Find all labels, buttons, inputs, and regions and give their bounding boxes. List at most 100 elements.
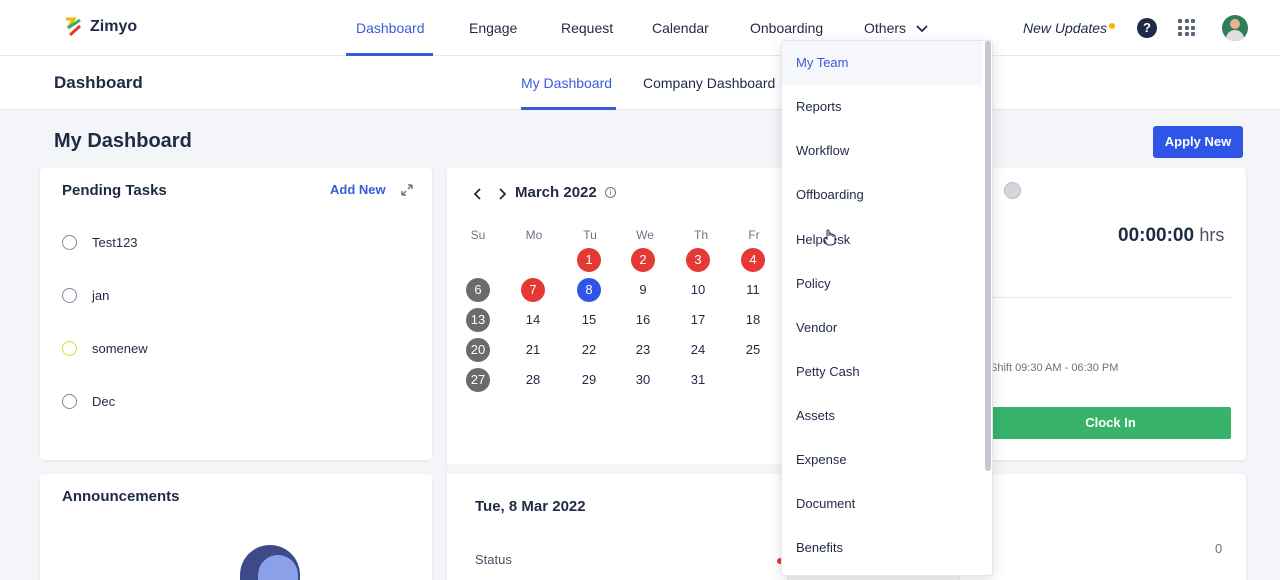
chevron-left-icon[interactable] xyxy=(473,188,483,200)
calendar-day[interactable]: 15 xyxy=(577,308,601,332)
menu-item-workflow[interactable]: Workflow xyxy=(782,129,982,173)
nav-dashboard[interactable]: Dashboard xyxy=(356,0,425,56)
apps-grid-icon[interactable] xyxy=(1178,19,1195,36)
calendar-day[interactable]: 30 xyxy=(631,368,655,392)
nav-request[interactable]: Request xyxy=(561,0,613,56)
calendar-day[interactable]: 16 xyxy=(631,308,655,332)
nav-calendar[interactable]: Calendar xyxy=(652,0,709,56)
menu-item-expense[interactable]: Expense xyxy=(782,438,982,482)
weekday-label: Su xyxy=(470,228,486,242)
menu-item-helpdesk[interactable]: Helpdesk xyxy=(782,218,982,262)
calendar-day[interactable]: 27 xyxy=(466,368,490,392)
avatar[interactable] xyxy=(1222,15,1248,41)
zimyo-logo[interactable]: Zimyo xyxy=(64,14,137,40)
calendar-day[interactable]: 3 xyxy=(686,248,710,272)
menu-item-offboarding[interactable]: Offboarding xyxy=(782,173,982,217)
calendar-day-today[interactable]: 8 xyxy=(577,278,601,302)
weekday-label: Mo xyxy=(525,228,543,242)
menu-item-benefits[interactable]: Benefits xyxy=(782,526,982,570)
expand-icon[interactable] xyxy=(400,183,414,197)
zimyo-logo-icon xyxy=(66,17,82,37)
calendar-day[interactable]: 11 xyxy=(741,278,765,302)
nav-others-label: Others xyxy=(864,20,907,36)
calendar-day[interactable]: 29 xyxy=(577,368,601,392)
chevron-down-icon xyxy=(916,25,928,33)
calendar-day[interactable]: 10 xyxy=(686,278,710,302)
task-label: Test123 xyxy=(92,234,138,250)
help-icon[interactable]: ? xyxy=(1137,18,1157,38)
sub-header: Dashboard My Dashboard Company Dashboard xyxy=(0,56,1280,110)
calendar-day[interactable]: 6 xyxy=(466,278,490,302)
calendar-month: March 2022 xyxy=(515,184,597,201)
menu-item-my-team[interactable]: My Team xyxy=(782,41,982,85)
timer-unit: hrs xyxy=(1199,225,1225,245)
new-updates-link[interactable]: New Updates xyxy=(1023,0,1107,56)
others-dropdown-menu: My Team Reports Workflow Offboarding Hel… xyxy=(781,40,993,576)
task-item[interactable]: Dec xyxy=(62,391,115,411)
updates-dot-icon xyxy=(1109,23,1115,29)
calendar-day[interactable]: 23 xyxy=(631,338,655,362)
task-item[interactable]: somenew xyxy=(62,338,148,358)
calendar-day[interactable]: 17 xyxy=(686,308,710,332)
calendar-divider xyxy=(447,464,787,474)
calendar-day[interactable]: 31 xyxy=(686,368,710,392)
task-label: somenew xyxy=(92,340,148,356)
task-item[interactable]: jan xyxy=(62,285,109,305)
calendar-day[interactable]: 20 xyxy=(466,338,490,362)
calendar-card: March 2022 i Su Mo Tu We Th Fr 1 2 3 4 6… xyxy=(447,168,787,580)
weekday-label: Fr xyxy=(748,228,760,242)
clock-in-button[interactable]: Clock In xyxy=(990,407,1231,439)
page-title: My Dashboard xyxy=(54,130,192,152)
hand-cursor-icon xyxy=(823,229,836,246)
menu-item-policy[interactable]: Policy xyxy=(782,262,982,306)
active-tab-underline xyxy=(521,107,616,110)
task-checkbox[interactable] xyxy=(62,340,77,356)
info-icon[interactable]: i xyxy=(605,187,616,198)
task-checkbox[interactable] xyxy=(62,393,77,409)
logo-text: Zimyo xyxy=(90,18,138,35)
apply-new-button[interactable]: Apply New xyxy=(1153,126,1243,158)
calendar-day[interactable]: 25 xyxy=(741,338,765,362)
calendar-day[interactable]: 18 xyxy=(741,308,765,332)
calendar-day[interactable]: 1 xyxy=(577,248,601,272)
task-checkbox[interactable] xyxy=(62,234,77,250)
nav-engage[interactable]: Engage xyxy=(469,0,517,56)
announcements-title: Announcements xyxy=(62,488,180,505)
status-label: Status xyxy=(475,552,512,567)
menu-item-reports[interactable]: Reports xyxy=(782,85,982,129)
clock-icon xyxy=(1004,182,1021,199)
menu-item-assets[interactable]: Assets xyxy=(782,394,982,438)
weekday-label: We xyxy=(636,228,654,242)
calendar-day[interactable]: 14 xyxy=(521,308,545,332)
task-checkbox[interactable] xyxy=(62,287,77,303)
calendar-day[interactable]: 22 xyxy=(577,338,601,362)
calendar-day[interactable]: 24 xyxy=(686,338,710,362)
calendar-day[interactable]: 7 xyxy=(521,278,545,302)
weekday-label: Th xyxy=(693,228,708,242)
menu-item-document[interactable]: Document xyxy=(782,482,982,526)
calendar-day[interactable]: 2 xyxy=(631,248,655,272)
selected-date: Tue, 8 Mar 2022 xyxy=(475,498,586,515)
calendar-day[interactable]: 21 xyxy=(521,338,545,362)
dropdown-scrollbar[interactable] xyxy=(985,41,991,471)
chevron-right-icon[interactable] xyxy=(497,188,507,200)
pending-tasks-card: Pending Tasks Add New Test123 jan somene… xyxy=(40,168,432,460)
work-timer: 00:00:00 hrs xyxy=(1118,225,1224,247)
calendar-day[interactable]: 4 xyxy=(741,248,765,272)
task-item[interactable]: Test123 xyxy=(62,232,138,252)
shift-timing: Shift 09:30 AM - 06:30 PM xyxy=(990,362,1119,374)
task-label: Dec xyxy=(92,393,116,409)
summary-count: 0 xyxy=(1215,541,1223,556)
pending-tasks-title: Pending Tasks xyxy=(62,182,167,199)
add-task-button[interactable]: Add New xyxy=(330,182,386,197)
timer-value: 00:00:00 xyxy=(1118,225,1195,246)
calendar-day[interactable]: 9 xyxy=(631,278,655,302)
menu-item-vendor[interactable]: Vendor xyxy=(782,306,982,350)
menu-item-petty-cash[interactable]: Petty Cash xyxy=(782,350,982,394)
calendar-day[interactable]: 28 xyxy=(521,368,545,392)
tab-company-dashboard[interactable]: Company Dashboard xyxy=(643,75,775,91)
weekday-label: Tu xyxy=(583,228,597,242)
calendar-day[interactable]: 13 xyxy=(466,308,490,332)
section-title: Dashboard xyxy=(54,73,143,92)
tab-my-dashboard[interactable]: My Dashboard xyxy=(521,75,612,91)
